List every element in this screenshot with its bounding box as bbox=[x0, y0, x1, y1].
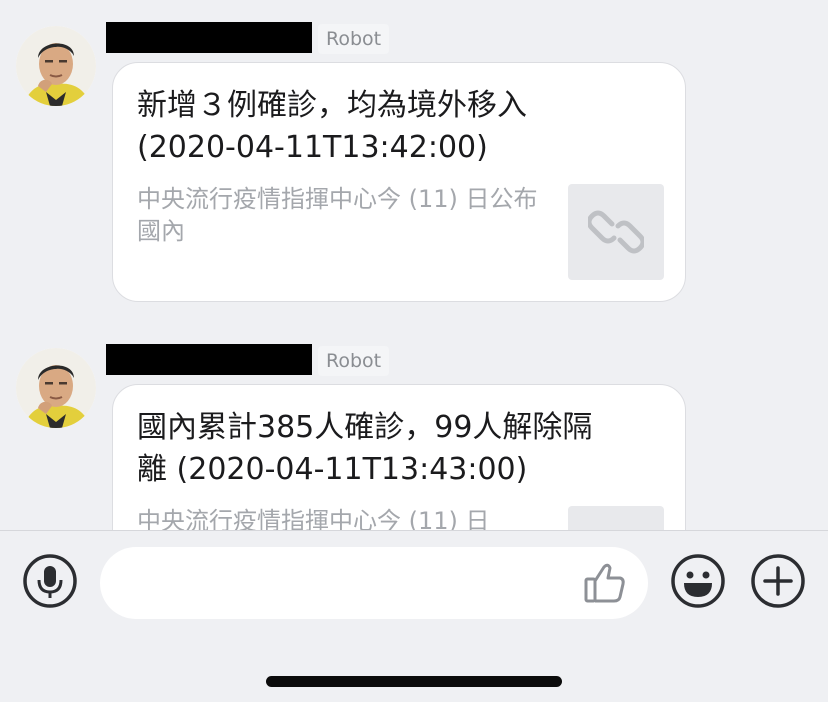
sender-name-redacted bbox=[106, 344, 312, 375]
robot-badge: Robot bbox=[318, 24, 390, 54]
avatar[interactable] bbox=[16, 348, 96, 428]
microphone-button[interactable] bbox=[22, 553, 78, 609]
sender-name-redacted bbox=[106, 22, 312, 53]
plus-circle-icon bbox=[751, 554, 805, 608]
message-input-bar bbox=[0, 530, 828, 702]
card-description: 中央流行疫情指揮中心今 (11) 日 bbox=[137, 507, 490, 530]
card-description: 中央流行疫情指揮中心今 (11) 日公布國內 bbox=[137, 185, 538, 245]
card-title: 新增３例確診，均為境外移入 (2020-04-11T13:42:00) bbox=[137, 88, 527, 165]
avatar[interactable] bbox=[16, 26, 96, 106]
robot-badge: Robot bbox=[318, 346, 390, 376]
chat-area[interactable]: Robot 新增３例確診，均為境外移入 (2020-04-11T13:42:00… bbox=[0, 0, 828, 530]
emoji-button[interactable] bbox=[670, 553, 726, 609]
link-preview-card[interactable]: 新增３例確診，均為境外移入 (2020-04-11T13:42:00) 中央流行… bbox=[112, 62, 686, 302]
smiley-icon bbox=[671, 554, 725, 608]
link-thumbnail[interactable] bbox=[568, 506, 664, 530]
like-button[interactable] bbox=[580, 559, 628, 607]
link-icon bbox=[588, 210, 644, 254]
microphone-icon bbox=[23, 554, 77, 608]
thumbs-up-icon bbox=[584, 563, 625, 603]
card-title: 國內累計385人確診，99人解除隔離 (2020-04-11T13:43:00) bbox=[137, 410, 593, 487]
home-indicator[interactable] bbox=[266, 676, 562, 687]
link-thumbnail[interactable] bbox=[568, 184, 664, 280]
link-preview-card[interactable]: 國內累計385人確診，99人解除隔離 (2020-04-11T13:43:00)… bbox=[112, 384, 686, 530]
message-input[interactable] bbox=[100, 547, 648, 619]
plus-button[interactable] bbox=[750, 553, 806, 609]
